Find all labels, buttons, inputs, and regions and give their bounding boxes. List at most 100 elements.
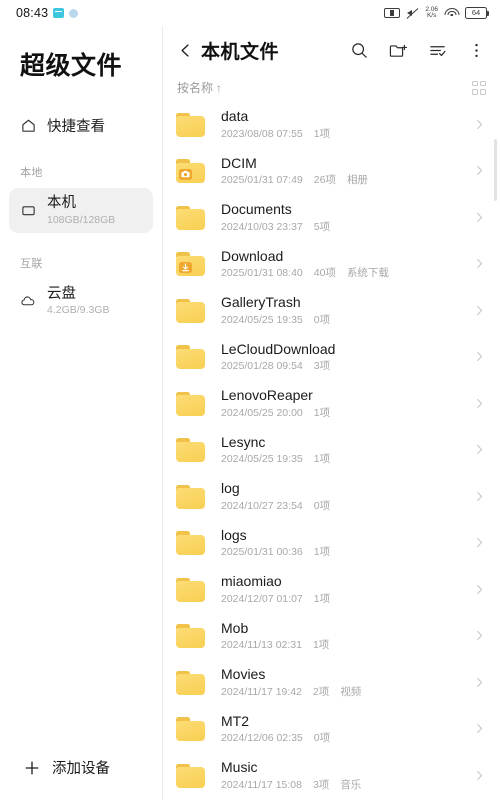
- sidebar-item-capacity: 108GB/128GB: [47, 213, 116, 226]
- file-item-count: 3项: [313, 360, 331, 373]
- file-meta: Movies 2024/11/17 19:42 2项 视频: [221, 666, 472, 698]
- file-item-count: 1项: [312, 639, 330, 652]
- file-row[interactable]: GalleryTrash 2024/05/25 19:35 0项: [163, 287, 500, 334]
- add-device-button[interactable]: 添加设备: [0, 757, 162, 800]
- file-item-count: 1项: [313, 592, 331, 605]
- scrollbar-thumb[interactable]: [493, 139, 497, 201]
- file-item-count: 1项: [313, 127, 331, 140]
- file-name: log: [221, 480, 240, 497]
- file-date: 2024/05/25 20:00: [221, 406, 303, 419]
- folder-icon: [175, 529, 209, 557]
- chevron-right-icon: [472, 398, 486, 409]
- file-row[interactable]: MT2 2024/12/06 02:35 0项: [163, 706, 500, 753]
- chevron-right-icon: [472, 537, 486, 548]
- sort-filter-icon[interactable]: [427, 40, 448, 61]
- main-panel: 本机文件 按名称 ↑ data 2023/08/08 07:55 1项 DCIM…: [163, 26, 500, 800]
- file-subtitle: 2024/11/17 19:42 2项 视频: [221, 686, 472, 699]
- file-date: 2024/10/03 23:37: [221, 220, 303, 233]
- chevron-left-icon[interactable]: [175, 40, 195, 60]
- file-subtitle: 2024/12/07 01:07 1项: [221, 593, 472, 606]
- file-date: 2025/01/31 00:36: [221, 546, 303, 559]
- file-subtitle: 2025/01/28 09:54 3项: [221, 360, 472, 373]
- status-time: 08:43: [16, 6, 49, 20]
- file-item-count: 2项: [312, 685, 330, 698]
- file-row[interactable]: DCIM 2025/01/31 07:49 26项 相册: [163, 148, 500, 195]
- file-row[interactable]: log 2024/10/27 23:54 0项: [163, 473, 500, 520]
- more-options-icon[interactable]: [466, 40, 487, 61]
- file-date: 2024/11/13 02:31: [221, 639, 302, 652]
- download-badge-icon: [178, 262, 192, 274]
- folder-icon: [175, 203, 209, 231]
- chevron-right-icon: [472, 677, 486, 688]
- file-item-count: 0项: [313, 732, 331, 745]
- file-date: 2024/12/06 02:35: [221, 732, 303, 745]
- file-subtitle: 2024/10/27 23:54 0项: [221, 500, 472, 513]
- file-subtitle: 2024/11/17 15:08 3项 音乐: [221, 779, 472, 792]
- sidebar-item-quick-view[interactable]: 快捷查看: [9, 108, 153, 142]
- sort-by-name-button[interactable]: 按名称 ↑: [177, 79, 222, 96]
- file-tag: 系统下载: [346, 267, 389, 280]
- sidebar-item-cloud-drive[interactable]: 云盘 4.2GB/9.3GB: [9, 279, 153, 324]
- sidebar-item-local-device[interactable]: 本机 108GB/128GB: [9, 188, 153, 233]
- file-row[interactable]: data 2023/08/08 07:55 1项: [163, 101, 500, 148]
- file-date: 2024/10/27 23:54: [221, 499, 303, 512]
- home-icon: [20, 117, 36, 133]
- file-subtitle: 2024/05/25 20:00 1项: [221, 407, 472, 420]
- file-subtitle: 2024/11/13 02:31 1项: [221, 639, 472, 652]
- grid-view-icon[interactable]: [472, 80, 486, 95]
- search-icon[interactable]: [349, 40, 370, 61]
- file-item-count: 5项: [313, 220, 331, 233]
- file-meta: Download 2025/01/31 08:40 40项 系统下载: [221, 248, 472, 280]
- file-row[interactable]: Download 2025/01/31 08:40 40项 系统下载: [163, 241, 500, 288]
- file-list[interactable]: data 2023/08/08 07:55 1项 DCIM 2025/01/31 07:…: [163, 101, 500, 800]
- file-subtitle: 2024/12/06 02:35 0项: [221, 732, 472, 745]
- status-bar-right: 2.06 K/s 64: [384, 6, 489, 20]
- app-title: 超级文件: [20, 52, 123, 80]
- file-row[interactable]: Music 2024/11/17 15:08 3项 音乐: [163, 752, 500, 799]
- chevron-right-icon: [472, 258, 486, 269]
- file-name: DCIM: [221, 154, 257, 171]
- file-row[interactable]: LeCloudDownload 2025/01/28 09:54 3项: [163, 334, 500, 381]
- file-item-count: 3项: [312, 778, 330, 791]
- chevron-right-icon: [472, 165, 486, 176]
- file-row[interactable]: Documents 2024/10/03 23:37 5项: [163, 194, 500, 241]
- sidebar-item-text: 云盘 4.2GB/9.3GB: [47, 286, 109, 317]
- file-name: Music: [221, 759, 258, 776]
- file-row[interactable]: logs 2025/01/31 00:36 1项: [163, 520, 500, 567]
- file-row[interactable]: miaomiao 2024/12/07 01:07 1项: [163, 566, 500, 613]
- folder-icon: [175, 668, 209, 696]
- file-name: Documents: [221, 201, 292, 218]
- add-device-label: 添加设备: [52, 761, 110, 777]
- file-date: 2023/08/08 07:55: [221, 127, 303, 140]
- folder-icon: [175, 296, 209, 324]
- sidebar-item-text: 本机 108GB/128GB: [47, 195, 115, 226]
- file-name: Download: [221, 247, 284, 264]
- file-row[interactable]: Mob 2024/11/13 02:31 1项: [163, 613, 500, 660]
- sidebar-item-label: 本机: [47, 195, 76, 211]
- sidebar-section-local: 本地: [20, 167, 43, 179]
- file-date: 2025/01/31 08:40: [221, 267, 303, 280]
- chevron-right-icon: [472, 212, 486, 223]
- page-title: 本机文件: [201, 41, 280, 63]
- folder-icon: [175, 110, 209, 138]
- chevron-right-icon: [472, 119, 486, 130]
- file-date: 2024/05/25 19:35: [221, 453, 303, 466]
- file-meta: Mob 2024/11/13 02:31 1项: [221, 620, 472, 652]
- chevron-right-icon: [472, 770, 486, 781]
- file-date: 2025/01/31 07:49: [221, 174, 303, 187]
- cloud-icon: [20, 293, 36, 309]
- file-row[interactable]: Lesync 2024/05/25 19:35 1项: [163, 427, 500, 474]
- file-date: 2024/11/17 15:08: [221, 778, 302, 791]
- file-item-count: 0项: [313, 313, 331, 326]
- sort-arrow: ↑: [216, 80, 223, 95]
- file-row[interactable]: LenovoReaper 2024/05/25 20:00 1项: [163, 380, 500, 427]
- file-date: 2025/01/28 09:54: [221, 360, 303, 373]
- file-name: logs: [221, 526, 247, 543]
- file-name: LenovoReaper: [221, 387, 313, 404]
- file-name: MT2: [221, 712, 249, 729]
- file-tag: 相册: [346, 174, 368, 187]
- file-row[interactable]: Movies 2024/11/17 19:42 2项 视频: [163, 659, 500, 706]
- new-folder-icon[interactable]: [388, 40, 409, 61]
- file-item-count: 1项: [313, 546, 331, 559]
- file-meta: logs 2025/01/31 00:36 1项: [221, 527, 472, 559]
